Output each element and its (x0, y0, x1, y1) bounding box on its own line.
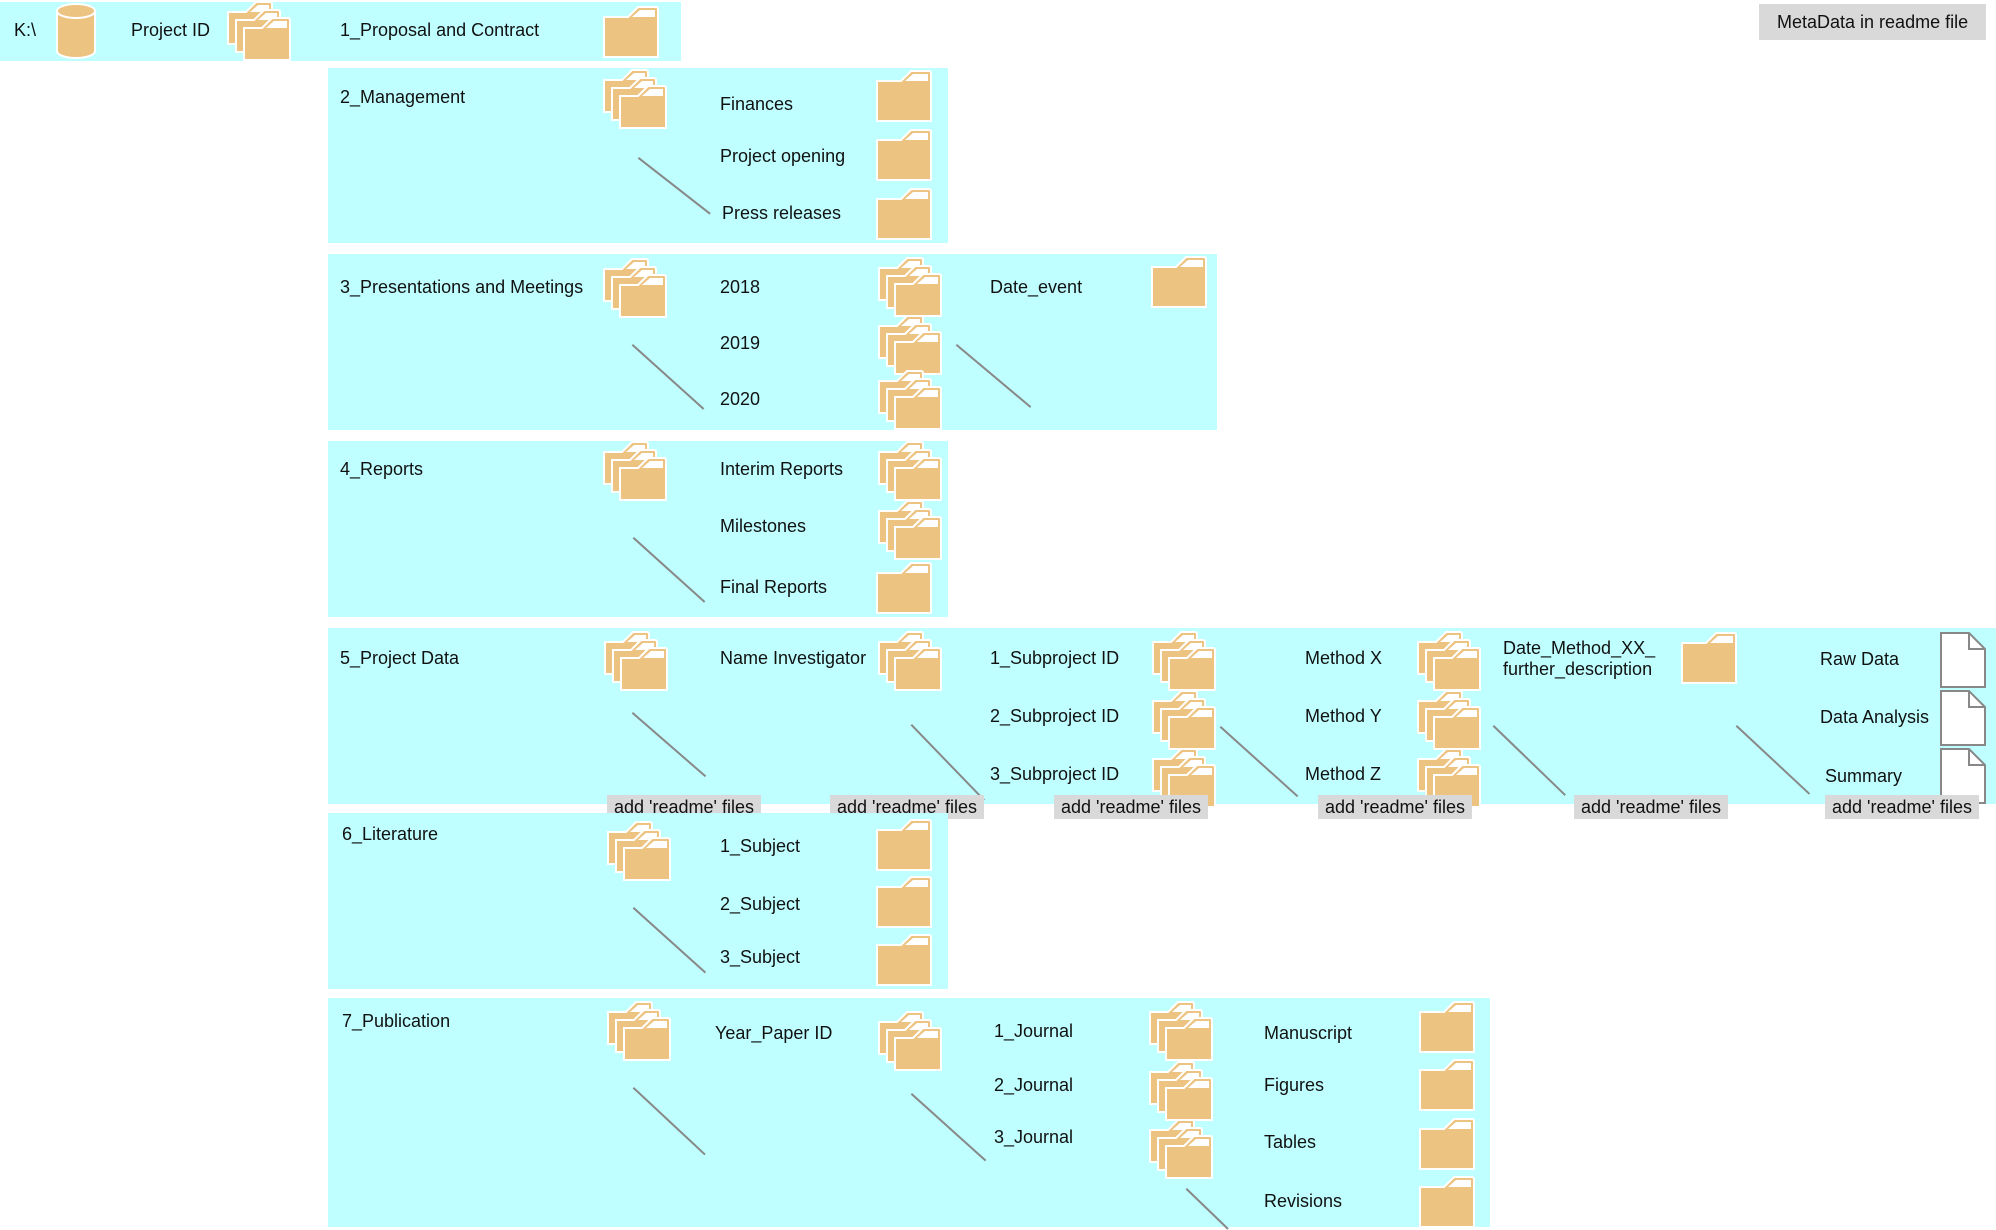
journal-3-label: 3_Journal (994, 1127, 1074, 1147)
raw-data-document-icon[interactable] (1939, 631, 1987, 689)
paper-folders-icon[interactable] (877, 1010, 943, 1072)
project-data-folders-icon[interactable] (603, 630, 669, 692)
readme-tag: add 'readme' files (1574, 795, 1728, 819)
year-2019-label: 2019 (720, 333, 761, 353)
data-analysis-document-icon[interactable] (1939, 689, 1987, 747)
literature-folders-icon[interactable] (606, 820, 672, 882)
journal-2-folders-icon[interactable] (1148, 1060, 1214, 1122)
investigator-label: Name Investigator (720, 648, 867, 668)
project-id-label: Project ID (131, 20, 211, 40)
proposal-folder-icon[interactable] (602, 5, 660, 59)
method-z-label: Method Z (1305, 764, 1382, 784)
subproject-2-label: 2_Subproject ID (990, 706, 1120, 726)
readme-tag: add 'readme' files (1825, 795, 1979, 819)
date-method-label-line1: Date_Method_XX_ (1503, 638, 1656, 658)
management-title: 2_Management (340, 87, 466, 107)
year-2019-folders-icon[interactable] (877, 314, 943, 376)
proposal-label: 1_Proposal and Contract (340, 20, 540, 40)
year-2018-folders-icon[interactable] (877, 256, 943, 318)
raw-data-label: Raw Data (1820, 649, 1900, 669)
date-method-folder-icon[interactable] (1680, 631, 1738, 685)
milestones-folders-icon[interactable] (877, 499, 943, 561)
method-x-label: Method X (1305, 648, 1383, 668)
publication-folders-icon[interactable] (606, 1000, 672, 1062)
project-data-title: 5_Project Data (340, 648, 460, 668)
year-2020-label: 2020 (720, 389, 761, 409)
drive-icon (56, 3, 96, 59)
reports-folders-icon[interactable] (602, 440, 668, 502)
tables-label: Tables (1264, 1132, 1317, 1152)
subject-2-folder-icon[interactable] (875, 875, 933, 929)
subject-3-folder-icon[interactable] (875, 933, 933, 987)
summary-label: Summary (1825, 766, 1903, 786)
year-2018-label: 2018 (720, 277, 761, 297)
subject-2-label: 2_Subject (720, 894, 801, 914)
publication-title: 7_Publication (342, 1011, 451, 1031)
interim-reports-folders-icon[interactable] (877, 440, 943, 502)
year-2020-folders-icon[interactable] (877, 369, 943, 431)
press-releases-folder-icon[interactable] (875, 187, 933, 241)
method-y-folders-icon[interactable] (1416, 689, 1482, 751)
date-event-folder-icon[interactable] (1150, 255, 1208, 309)
method-y-label: Method Y (1305, 706, 1382, 726)
journal-2-label: 2_Journal (994, 1075, 1074, 1095)
finances-folder-icon[interactable] (875, 69, 933, 123)
subproject-1-folders-icon[interactable] (1151, 630, 1217, 692)
date-method-label-line2: further_description (1503, 659, 1653, 679)
subject-1-folder-icon[interactable] (875, 818, 933, 872)
finances-label: Finances (720, 94, 794, 114)
final-reports-label: Final Reports (720, 577, 828, 597)
figures-folder-icon[interactable] (1418, 1058, 1476, 1112)
subproject-1-label: 1_Subproject ID (990, 648, 1120, 668)
date-event-label: Date_event (990, 277, 1083, 297)
project-folders-icon[interactable] (226, 0, 292, 62)
journal-1-folders-icon[interactable] (1148, 1000, 1214, 1062)
revisions-folder-icon[interactable] (1418, 1175, 1476, 1229)
subject-3-label: 3_Subject (720, 947, 801, 967)
interim-reports-label: Interim Reports (720, 459, 844, 479)
paper-id-label: Year_Paper ID (715, 1023, 833, 1043)
manuscript-label: Manuscript (1264, 1023, 1353, 1043)
presentations-folders-icon[interactable] (602, 257, 668, 319)
management-folders-icon[interactable] (602, 68, 668, 130)
metadata-legend: MetaData in readme file (1759, 4, 1987, 40)
figures-label: Figures (1264, 1075, 1325, 1095)
subject-1-label: 1_Subject (720, 836, 801, 856)
readme-tag: add 'readme' files (1054, 795, 1208, 819)
milestones-label: Milestones (720, 516, 807, 536)
revisions-label: Revisions (1264, 1191, 1343, 1211)
final-reports-folder-icon[interactable] (875, 561, 933, 615)
data-analysis-label: Data Analysis (1820, 707, 1930, 727)
presentations-title: 3_Presentations and Meetings (340, 277, 584, 297)
journal-1-label: 1_Journal (994, 1021, 1074, 1041)
readme-tag: add 'readme' files (1318, 795, 1472, 819)
project-opening-label: Project opening (720, 146, 846, 166)
subproject-3-label: 3_Subproject ID (990, 764, 1120, 784)
investigator-folders-icon[interactable] (877, 630, 943, 692)
reports-title: 4_Reports (340, 459, 424, 479)
press-releases-label: Press releases (722, 203, 842, 223)
drive-label: K:\ (14, 20, 37, 40)
project-opening-folder-icon[interactable] (875, 128, 933, 182)
method-x-folders-icon[interactable] (1416, 630, 1482, 692)
journal-3-folders-icon[interactable] (1148, 1118, 1214, 1180)
subproject-2-folders-icon[interactable] (1151, 689, 1217, 751)
literature-title: 6_Literature (342, 824, 439, 844)
tables-folder-icon[interactable] (1418, 1117, 1476, 1171)
manuscript-folder-icon[interactable] (1418, 1000, 1476, 1054)
